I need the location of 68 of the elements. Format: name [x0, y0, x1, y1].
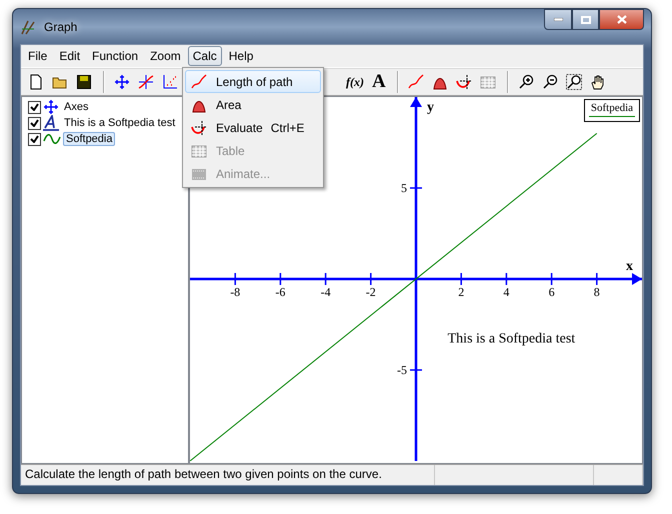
tick-label: 5	[401, 181, 407, 195]
menu-item[interactable]: Evaluate Ctrl+E	[185, 116, 321, 139]
tick-label: 4	[503, 285, 510, 299]
menu-item[interactable]: Calc	[188, 46, 222, 66]
evaluate-icon	[191, 120, 207, 136]
text-label-icon	[43, 115, 59, 131]
tick-mark	[550, 273, 552, 285]
minimize-icon	[554, 18, 562, 21]
minimize-button[interactable]	[544, 9, 572, 30]
new-document-icon	[28, 74, 44, 90]
axes-icon	[114, 74, 130, 90]
tick-mark	[370, 273, 372, 285]
tick-label: 2	[458, 285, 464, 299]
menu-item[interactable]: Help	[224, 46, 258, 66]
zoom-out-icon	[542, 74, 558, 90]
list-item[interactable]: Softpedia	[63, 132, 116, 146]
menu-item[interactable]: Zoom	[145, 46, 186, 66]
tick-mark	[280, 273, 282, 285]
point-series-icon	[162, 74, 178, 90]
tick-label: -2	[366, 285, 376, 299]
tick-mark	[410, 369, 422, 371]
tick-label: 6	[548, 285, 555, 299]
close-icon	[616, 15, 626, 24]
toolbar-button[interactable]: f(x)	[343, 71, 367, 93]
list-item[interactable]: This is a Softpedia test	[61, 116, 178, 130]
tick-label: -4	[320, 285, 331, 299]
maximize-button[interactable]	[572, 9, 599, 30]
tick-mark	[506, 273, 508, 285]
table-icon	[191, 142, 207, 158]
legend-line	[589, 116, 635, 117]
window-title: Graph	[44, 20, 78, 34]
tick-label: 8	[594, 285, 600, 299]
menu-item[interactable]: Length of path	[185, 70, 321, 93]
axis-label: x	[626, 259, 633, 274]
tick-mark	[596, 273, 598, 285]
function-graph-icon	[138, 74, 154, 90]
tick-mark	[410, 187, 422, 189]
list-item[interactable]: Axes	[61, 100, 92, 114]
app-icon	[20, 18, 36, 34]
close-button[interactable]	[599, 9, 644, 30]
menu-item[interactable]: File	[23, 46, 52, 66]
curve-icon	[408, 74, 424, 90]
legend-label: Softpedia	[590, 102, 634, 114]
evaluate-icon	[456, 74, 472, 90]
axes-icon	[43, 99, 59, 115]
menu-item[interactable]: Edit	[54, 46, 86, 66]
chart-annotation: This is a Softpedia test	[448, 332, 576, 347]
toolbar-button[interactable]: A	[369, 71, 389, 93]
tick-mark	[324, 273, 326, 285]
table-icon	[480, 74, 496, 90]
checkbox[interactable]	[28, 116, 41, 130]
zoom-box-icon	[566, 74, 582, 90]
checkbox[interactable]	[28, 100, 41, 114]
wave-icon	[43, 133, 61, 145]
tick-label: -5	[397, 363, 407, 377]
tick-label: -6	[275, 285, 286, 299]
tick-mark	[460, 273, 462, 285]
curve-icon	[191, 74, 207, 90]
status-text: Calculate the length of path between two given points on the curve.	[21, 465, 435, 485]
zoom-in-icon	[518, 74, 534, 90]
maximize-icon	[580, 16, 590, 24]
axis-label: y	[427, 100, 434, 115]
menu-item[interactable]: Area	[185, 93, 321, 116]
tick-label: -8	[230, 285, 240, 299]
checkbox[interactable]	[28, 132, 41, 146]
menu-item[interactable]: Function	[87, 46, 144, 66]
hand-icon	[590, 74, 606, 90]
tick-mark	[234, 273, 236, 285]
